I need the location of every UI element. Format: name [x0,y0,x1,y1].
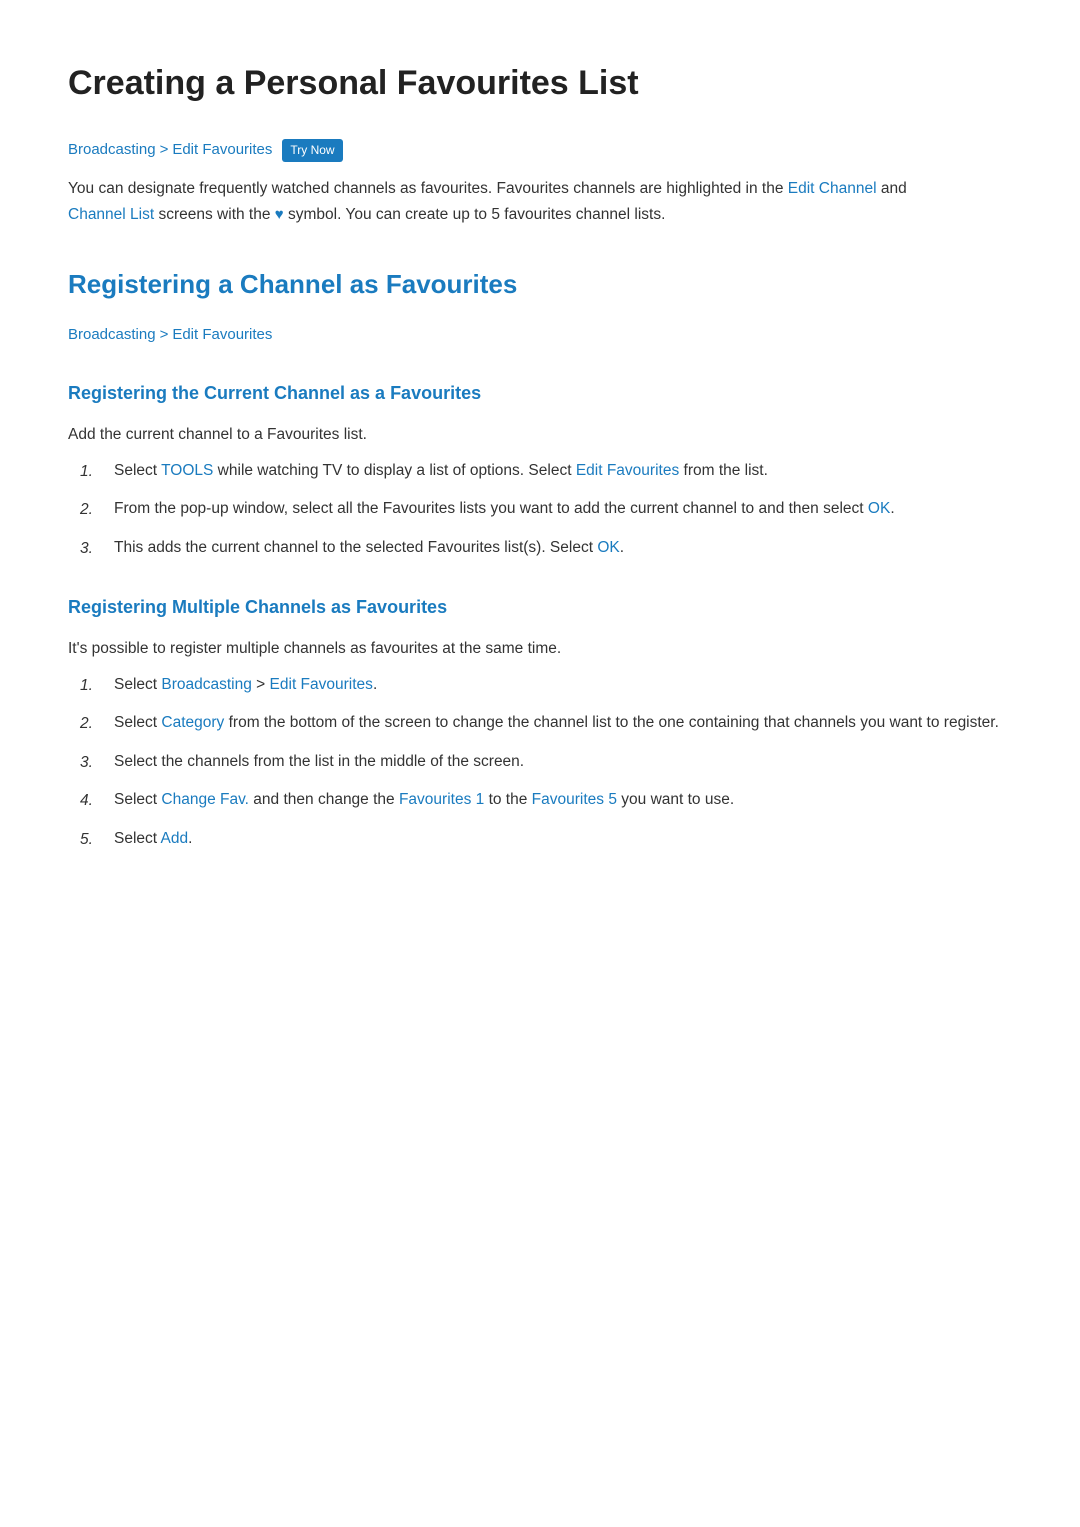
subsection2-step-4: 4. Select Change Fav. and then change th… [80,787,1012,814]
subsection2-step-2: 2. Select Category from the bottom of th… [80,710,1012,737]
step-content: Select Add. [114,826,1012,852]
step2-text-before: From the pop-up window, select all the F… [114,500,868,517]
section1-breadcrumb: Broadcasting > Edit Favourites [68,323,1012,347]
step1-tools-link[interactable]: TOOLS [161,462,213,479]
subsection1-steps-list: 1. Select TOOLS while watching TV to dis… [80,458,1012,562]
breadcrumb-top: Broadcasting > Edit Favourites Try Now [68,138,1012,162]
subsection2-step-1: 1. Select Broadcasting > Edit Favourites… [80,672,1012,699]
heart-icon: ♥ [275,206,284,223]
s2-step4-fav5-link[interactable]: Favourites 5 [532,791,617,808]
step-number: 4. [80,787,98,814]
edit-channel-link[interactable]: Edit Channel [788,180,877,197]
s2-step1-text-after: . [373,676,377,693]
step-content: This adds the current channel to the sel… [114,535,1012,561]
intro-paragraph: You can designate frequently watched cha… [68,176,928,227]
step1-edit-favourites-link[interactable]: Edit Favourites [576,462,679,479]
s2-step4-changefav-link[interactable]: Change Fav. [161,791,249,808]
step-number: 1. [80,672,98,699]
channel-list-link[interactable]: Channel List [68,206,154,223]
s2-step1-edit-favourites-link[interactable]: Edit Favourites [270,676,373,693]
step1-text-before: Select [114,462,161,479]
intro-text-4: symbol. You can create up to 5 favourite… [284,206,666,223]
step3-text-before: This adds the current channel to the sel… [114,539,597,556]
step-content: From the pop-up window, select all the F… [114,496,1012,522]
s2-step4-text-after: you want to use. [617,791,734,808]
subsection1-intro: Add the current channel to a Favourites … [68,422,1012,448]
subsection2-intro: It's possible to register multiple chann… [68,636,1012,662]
s2-step4-text-before: Select [114,791,161,808]
step-number: 2. [80,496,98,523]
subsection2-title: Registering Multiple Channels as Favouri… [68,593,1012,622]
try-now-badge[interactable]: Try Now [282,139,342,162]
s2-step1-broadcasting-link[interactable]: Broadcasting [161,676,251,693]
step3-text-after: . [620,539,624,556]
step-content: Select the channels from the list in the… [114,749,1012,775]
step-content: Select Broadcasting > Edit Favourites. [114,672,1012,698]
s2-step2-text-after: from the bottom of the screen to change … [224,714,999,731]
subsection1-step-3: 3. This adds the current channel to the … [80,535,1012,562]
s2-step3-text: Select the channels from the list in the… [114,753,524,770]
step-number: 3. [80,749,98,776]
step-number: 2. [80,710,98,737]
subsection1-step-1: 1. Select TOOLS while watching TV to dis… [80,458,1012,485]
s2-step2-category-link[interactable]: Category [161,714,224,731]
step-number: 5. [80,826,98,853]
breadcrumb-sep-1: > [160,138,169,162]
subsection2-block: Registering Multiple Channels as Favouri… [68,593,1012,852]
step1-text-middle: while watching TV to display a list of o… [213,462,575,479]
s2-step5-text-before: Select [114,830,161,847]
s2-step1-sep: > [252,676,270,693]
subsection2-step-3: 3. Select the channels from the list in … [80,749,1012,776]
step2-ok-link[interactable]: OK [868,500,890,517]
s2-step1-text-before: Select [114,676,161,693]
subsection1-step-2: 2. From the pop-up window, select all th… [80,496,1012,523]
s2-step4-text-middle2: to the [484,791,531,808]
section1-title: Registering a Channel as Favourites [68,264,1012,306]
section1-breadcrumb-broadcasting-link[interactable]: Broadcasting [68,323,156,347]
intro-text-1: You can designate frequently watched cha… [68,180,788,197]
section1-block: Registering a Channel as Favourites Broa… [68,264,1012,348]
s2-step5-text-after: . [188,830,192,847]
s2-step4-text-middle: and then change the [249,791,399,808]
step-content: Select Change Fav. and then change the F… [114,787,1012,813]
section1-breadcrumb-sep: > [160,323,169,347]
step-content: Select Category from the bottom of the s… [114,710,1012,736]
step1-text-after: from the list. [679,462,768,479]
breadcrumb-edit-favourites-link[interactable]: Edit Favourites [172,138,272,162]
step-number: 1. [80,458,98,485]
step-number: 3. [80,535,98,562]
breadcrumb-broadcasting-link[interactable]: Broadcasting [68,138,156,162]
intro-text-3: screens with the [154,206,275,223]
step-content: Select TOOLS while watching TV to displa… [114,458,1012,484]
s2-step4-fav1-link[interactable]: Favourites 1 [399,791,484,808]
subsection2-step-5: 5. Select Add. [80,826,1012,853]
page-title: Creating a Personal Favourites List [68,56,1012,110]
step3-ok-link[interactable]: OK [597,539,619,556]
section1-breadcrumb-edit-favourites-link[interactable]: Edit Favourites [172,323,272,347]
subsection1-title: Registering the Current Channel as a Fav… [68,379,1012,408]
subsection1-block: Registering the Current Channel as a Fav… [68,379,1012,561]
subsection2-steps-list: 1. Select Broadcasting > Edit Favourites… [80,672,1012,853]
s2-step2-text-before: Select [114,714,161,731]
s2-step5-add-link[interactable]: Add [161,830,189,847]
step2-text-after: . [890,500,894,517]
intro-text-2: and [877,180,907,197]
